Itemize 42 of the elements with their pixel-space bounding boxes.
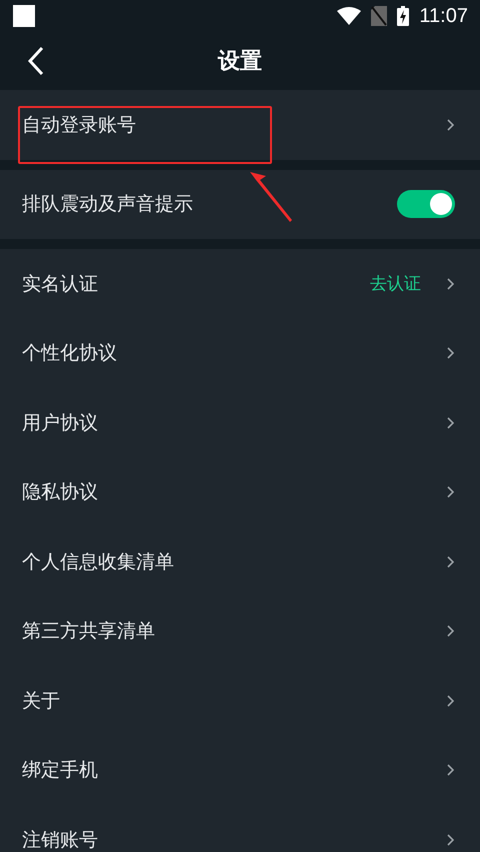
row-label: 用户协议 — [22, 410, 98, 436]
status-link[interactable]: 去认证 — [370, 272, 421, 296]
settings-row[interactable]: 第三方共享清单 — [0, 596, 480, 666]
chevron-icon — [447, 416, 454, 429]
chevron-icon — [447, 278, 454, 290]
chevron-icon — [447, 486, 454, 498]
row-label: 个人信息收集清单 — [22, 550, 174, 575]
chevron-icon — [447, 764, 454, 776]
no-sim-icon — [371, 6, 388, 26]
settings-row[interactable]: 注销账号 — [0, 805, 480, 852]
row-label: 自动登录账号 — [22, 112, 136, 138]
row-label: 排队震动及声音提示 — [22, 192, 193, 218]
toggle-switch[interactable] — [397, 190, 455, 218]
row-label: 第三方共享清单 — [22, 619, 155, 644]
wifi-icon — [337, 7, 362, 25]
settings-row[interactable]: 自动登录账号 — [0, 90, 480, 160]
chevron-icon — [447, 834, 454, 846]
back-icon — [28, 46, 44, 76]
row-label: 注销账号 — [22, 828, 98, 852]
row-label: 绑定手机 — [22, 758, 98, 784]
page-title: 设置 — [218, 48, 262, 76]
settings-row[interactable]: 绑定手机 — [0, 736, 480, 805]
chevron-icon — [447, 118, 454, 131]
settings-row[interactable]: 关于 — [0, 666, 480, 736]
settings-row[interactable]: 实名认证 去认证 — [0, 249, 480, 318]
settings-row[interactable]: 隐私协议 — [0, 458, 480, 527]
settings-row[interactable]: 个人信息收集清单 — [0, 527, 480, 596]
status-time: 11:07 — [419, 4, 468, 28]
back-button[interactable] — [28, 46, 44, 76]
row-label: 个性化协议 — [22, 341, 117, 366]
notification-icon — [13, 5, 35, 27]
row-label: 隐私协议 — [22, 480, 98, 506]
settings-row[interactable]: 个性化协议 — [0, 318, 480, 388]
row-label: 实名认证 — [22, 272, 98, 297]
chevron-icon — [447, 347, 454, 360]
chevron-icon — [447, 625, 454, 638]
battery-charging-icon — [397, 6, 410, 26]
row-label: 关于 — [22, 688, 60, 714]
settings-row[interactable]: 用户协议 — [0, 388, 480, 458]
chevron-icon — [447, 694, 454, 707]
chevron-icon — [447, 556, 454, 568]
settings-row[interactable]: 排队震动及声音提示 — [0, 170, 480, 239]
